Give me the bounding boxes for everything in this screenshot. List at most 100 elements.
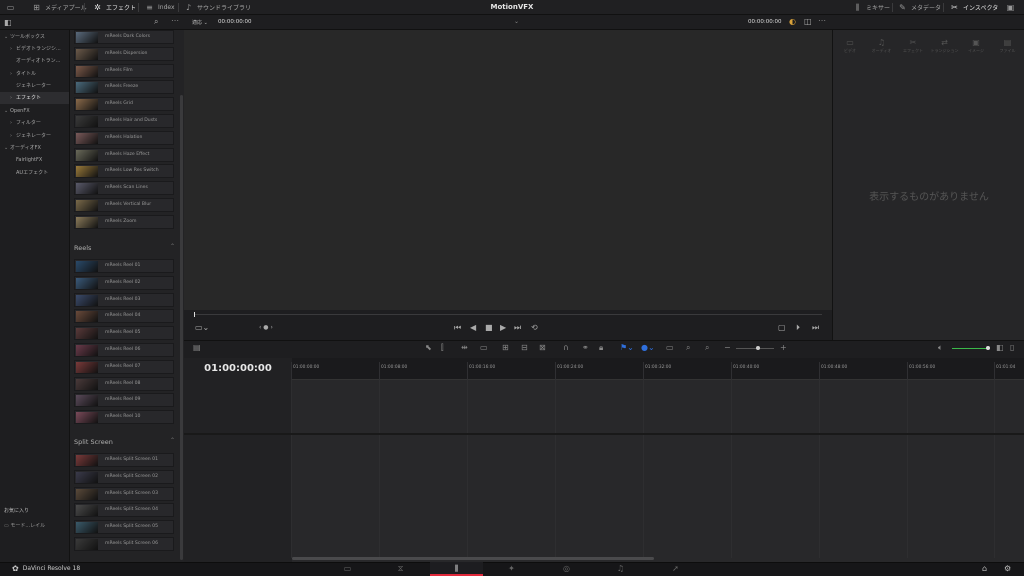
inspector-tab[interactable]: ▣ イメージ xyxy=(961,38,991,54)
page-edit[interactable]: ⫼ xyxy=(430,562,483,576)
tree-item[interactable]: AUエフェクト xyxy=(0,167,69,179)
search-icon[interactable]: ⌕ xyxy=(154,17,158,27)
effect-item[interactable]: mReels Scan Lines xyxy=(74,181,174,196)
clip-nav-icon[interactable]: ‹ ● › xyxy=(259,323,273,333)
inspector-tab[interactable]: ✂ エフェクト xyxy=(898,38,928,54)
tree-item[interactable]: オーディオトラン... xyxy=(0,55,69,67)
effect-item[interactable]: mReels Split Screen 01 xyxy=(74,453,174,467)
audio-meter-icon[interactable]: ▯ xyxy=(1010,343,1014,353)
zoom-in-icon[interactable]: + xyxy=(780,343,787,353)
dynamic-trim-icon[interactable]: ⇹ xyxy=(461,343,468,353)
play-icon[interactable]: ▶ xyxy=(500,323,506,333)
effect-item[interactable]: mReels Reel 04 xyxy=(74,309,174,324)
viewer-options-icon[interactable]: ⋯ xyxy=(818,16,826,25)
effect-item[interactable]: mReels Split Screen 04 xyxy=(74,503,174,518)
zoom-slider-track[interactable] xyxy=(736,348,774,349)
chevron-down-icon[interactable]: ⌄ xyxy=(514,18,519,25)
panel-toggle[interactable]: ▣ xyxy=(1006,0,1015,15)
dual-viewer-icon[interactable]: ◫ xyxy=(804,17,812,26)
effect-item[interactable]: mReels Vertical Blur xyxy=(74,198,174,212)
selection-tool-icon[interactable]: ⬉ xyxy=(425,343,432,353)
volume-slider-track[interactable] xyxy=(952,348,988,349)
zoom-out-icon[interactable]: − xyxy=(724,343,731,353)
position-lock-icon[interactable]: 🔒︎ xyxy=(599,343,603,353)
metadata-button[interactable]: ✎ メタデータ xyxy=(898,0,941,15)
tree-item[interactable]: › フィルター xyxy=(0,117,69,129)
sidebar-toggle-icon[interactable]: ◧ xyxy=(4,18,12,27)
tree-item[interactable]: › ビデオトランジシ... xyxy=(0,43,69,55)
media-pool-button[interactable]: ⊞ メディアプール xyxy=(32,0,86,15)
effect-item[interactable]: mReels Dark Colors xyxy=(74,30,174,44)
page-color[interactable]: ◎ xyxy=(540,562,593,576)
linked-selection-icon[interactable]: ⚭ xyxy=(582,343,589,353)
effect-item[interactable]: mReels Low Res Switch xyxy=(74,164,174,179)
viewer[interactable] xyxy=(184,30,832,310)
speaker-icon[interactable]: 🔈︎ xyxy=(938,343,943,353)
blade-tool-icon[interactable]: ▭ xyxy=(480,343,488,353)
viewer-scrubber[interactable] xyxy=(194,314,822,315)
effect-item[interactable]: mReels Grid xyxy=(74,97,174,112)
trim-tool-icon[interactable]: ⫿ xyxy=(441,343,444,353)
effect-item[interactable]: mReels Split Screen 05 xyxy=(74,520,174,535)
page-deliver[interactable]: ➚ xyxy=(649,562,702,576)
effect-item[interactable]: mReels Film xyxy=(74,63,174,78)
effect-item[interactable]: mReels Reel 03 xyxy=(74,292,174,307)
effect-item[interactable]: mReels Split Screen 02 xyxy=(74,469,174,484)
color-gamut-icon[interactable]: ◐ xyxy=(789,17,796,26)
insert-clip-icon[interactable]: ⊞ xyxy=(502,343,509,353)
timeline-tracks[interactable] xyxy=(292,380,1024,562)
effects-button[interactable]: ✲ エフェクト xyxy=(93,0,136,15)
home-icon[interactable]: ⌂ xyxy=(982,564,987,573)
effects-scrollbar[interactable] xyxy=(180,95,183,560)
settings-gear-icon[interactable]: ⚙ xyxy=(1004,564,1011,573)
snapping-icon[interactable]: ∩ xyxy=(563,343,569,353)
effect-item[interactable]: mReels Reel 09 xyxy=(74,393,174,408)
flag-icon[interactable]: ⚑⌄ xyxy=(620,343,634,353)
inspector-tab[interactable]: ♫ オーディオ xyxy=(867,38,897,54)
inspector-button[interactable]: ✂ インスペクタ xyxy=(950,0,998,15)
tree-item[interactable]: FairlightFX xyxy=(0,154,69,166)
zoom-full-icon[interactable]: ▭ xyxy=(666,343,674,353)
safe-area-icon[interactable]: ▭⌄ xyxy=(195,323,209,333)
zoom-detail-icon[interactable]: ⌕ xyxy=(686,343,690,353)
tree-item[interactable]: › ジェネレーター xyxy=(0,130,69,142)
effect-item[interactable]: mReels Split Screen 03 xyxy=(74,486,174,501)
next-edit-icon[interactable]: ⏵ xyxy=(796,323,800,333)
zoom-select[interactable]: 適応 ⌄ xyxy=(192,19,208,26)
effect-item[interactable]: mReels Freeze xyxy=(74,80,174,95)
more-options-icon[interactable]: ⋯ xyxy=(171,16,179,25)
index-button[interactable]: ≡ Index xyxy=(145,0,174,15)
tree-item[interactable]: › エフェクト xyxy=(0,92,69,104)
tree-item[interactable]: ⌄ ツールボックス xyxy=(0,31,69,43)
tree-item[interactable]: ジェネレーター xyxy=(0,80,69,92)
effect-item[interactable]: mReels Reel 06 xyxy=(74,343,174,357)
page-cut[interactable]: ⧖ xyxy=(374,562,427,576)
inspector-tab[interactable]: ▤ ファイル xyxy=(993,38,1023,54)
zoom-custom-icon[interactable]: ⌕ xyxy=(705,343,709,353)
sound-library-button[interactable]: ♪ サウンドライブラリ xyxy=(184,0,251,15)
zoom-slider-handle[interactable] xyxy=(756,346,760,350)
effect-item[interactable]: mReels Haze Effect xyxy=(74,147,174,162)
effect-item[interactable]: mReels Split Screen 06 xyxy=(74,537,174,551)
favorites-item[interactable]: ▭ モード...レイル xyxy=(4,522,45,529)
effect-item[interactable]: mReels Dispersion xyxy=(74,46,174,61)
effect-item[interactable]: mReels Reel 05 xyxy=(74,326,174,341)
replace-clip-icon[interactable]: ⊠ xyxy=(539,343,546,353)
page-fairlight[interactable]: ♫ xyxy=(594,562,647,576)
effect-item[interactable]: mReels Halation xyxy=(74,130,174,145)
playhead-marker[interactable] xyxy=(194,312,195,317)
media-pool-tab[interactable]: ▭ xyxy=(6,0,15,15)
loop-icon[interactable]: ⟲ xyxy=(531,323,538,333)
effect-item[interactable]: mReels Reel 07 xyxy=(74,359,174,374)
mute-icon[interactable]: ◧ xyxy=(996,343,1004,353)
page-fusion[interactable]: ✦ xyxy=(485,562,538,576)
tree-item[interactable]: › タイトル xyxy=(0,68,69,80)
effect-item[interactable]: mReels Reel 10 xyxy=(74,410,174,425)
stop-icon[interactable]: ■ xyxy=(485,323,493,333)
mixer-button[interactable]: ⫼ ミキサー xyxy=(853,0,890,15)
volume-slider-handle[interactable] xyxy=(986,346,990,350)
video-audio-divider[interactable] xyxy=(184,433,1024,435)
effect-item[interactable]: mReels Reel 01 xyxy=(74,259,174,273)
last-frame-icon[interactable]: ⏭ xyxy=(812,323,819,333)
go-to-start-icon[interactable]: ⏮ xyxy=(454,323,461,333)
